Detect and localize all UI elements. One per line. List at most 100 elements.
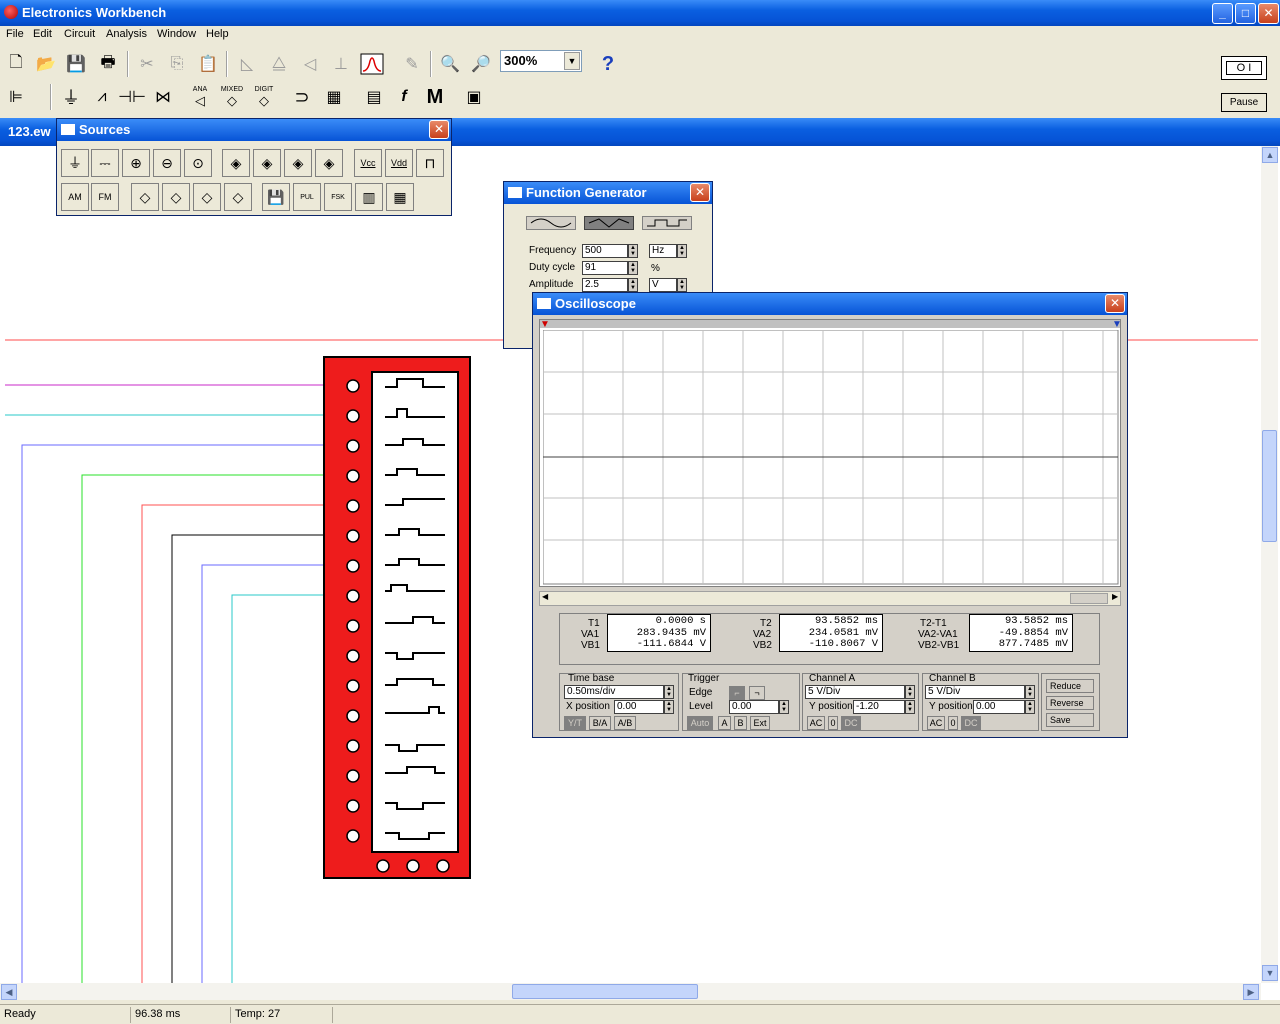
- dc-current-source-icon[interactable]: ⊕: [122, 149, 150, 177]
- menu-help[interactable]: Help: [206, 28, 229, 40]
- basic-bin-icon[interactable]: ⩘: [88, 83, 116, 111]
- trigger-ext-button[interactable]: Ext: [750, 716, 770, 730]
- logic-gates-bin-icon[interactable]: ⊃: [288, 83, 316, 111]
- vc-sine-oscillator-icon[interactable]: ◇: [193, 183, 221, 211]
- graph-icon[interactable]: [358, 50, 386, 78]
- flip-horizontal-icon[interactable]: ⧋: [265, 50, 293, 78]
- power-switch[interactable]: O I: [1221, 56, 1267, 80]
- amplitude-input[interactable]: 2.5: [582, 278, 628, 292]
- trigger-auto-button[interactable]: Auto: [687, 716, 713, 730]
- ac-current-source-icon[interactable]: ⊙: [184, 149, 212, 177]
- channel-b-scale-input[interactable]: 5 V/Div: [925, 685, 1025, 699]
- frequency-unit-spinner[interactable]: ▲ ▼: [677, 244, 687, 258]
- scroll-down-icon[interactable]: ▼: [1262, 965, 1278, 981]
- zoom-out-icon[interactable]: 🔍: [436, 50, 464, 78]
- frequency-spinner[interactable]: ▲ ▼: [628, 244, 638, 258]
- minimize-button[interactable]: _: [1212, 3, 1233, 24]
- misc-bin-icon[interactable]: M: [421, 83, 449, 111]
- oscilloscope-screen[interactable]: ▼ ▼: [539, 319, 1122, 587]
- nonlinear-source-icon[interactable]: ▦: [386, 183, 414, 211]
- amplitude-unit[interactable]: V: [649, 278, 677, 292]
- trigger-level-spinner[interactable]: ▲ ▼: [779, 700, 789, 714]
- transistors-bin-icon[interactable]: ⋈: [149, 83, 177, 111]
- channel-a-ypos-input[interactable]: -1.20: [853, 700, 905, 714]
- fm-voltage-source-icon[interactable]: ◇: [131, 183, 159, 211]
- time-base-input[interactable]: 0.50ms/div: [564, 685, 664, 699]
- zoom-select[interactable]: 300% ▼: [500, 50, 582, 72]
- disk-icon[interactable]: 💾: [262, 183, 290, 211]
- cursor-1-marker[interactable]: ▼: [540, 320, 550, 330]
- close-button[interactable]: ✕: [1258, 3, 1279, 24]
- zoom-in-icon[interactable]: 🔎: [467, 50, 495, 78]
- rotate-icon[interactable]: ◺: [233, 50, 261, 78]
- time-base-spinner[interactable]: ▲ ▼: [664, 685, 674, 699]
- pause-button[interactable]: Pause: [1221, 93, 1267, 112]
- function-generator-close-button[interactable]: ✕: [690, 183, 710, 202]
- x-position-input[interactable]: 0.00: [614, 700, 664, 714]
- scroll-left-icon[interactable]: ◀: [1, 984, 17, 1000]
- fm-source-icon[interactable]: FM: [91, 183, 119, 211]
- fsk-source-icon[interactable]: FSK: [324, 183, 352, 211]
- trigger-level-input[interactable]: 0.00: [729, 700, 779, 714]
- sources-bin-icon[interactable]: ⏚: [57, 83, 85, 111]
- digital-ics-bin-icon[interactable]: DIGIT ◇: [250, 83, 278, 111]
- cut-icon[interactable]: ✂: [133, 50, 161, 78]
- battery-icon[interactable]: ⎓: [91, 149, 119, 177]
- fm-current-source-icon[interactable]: ◇: [162, 183, 190, 211]
- square-wave-button[interactable]: [642, 216, 692, 230]
- diodes-bin-icon[interactable]: ⊣⊢: [118, 83, 146, 111]
- paste-icon[interactable]: 📋: [194, 50, 222, 78]
- rising-edge-icon[interactable]: ⌐: [729, 686, 745, 700]
- cursor-2-marker[interactable]: ▼: [1112, 320, 1122, 330]
- new-file-icon[interactable]: 🗋: [2, 50, 30, 78]
- vcc-source-icon[interactable]: Vcc: [354, 149, 382, 177]
- x-position-spinner[interactable]: ▲ ▼: [664, 700, 674, 714]
- flip-vertical-icon[interactable]: ◁: [296, 50, 324, 78]
- cccs-icon[interactable]: ◈: [315, 149, 343, 177]
- copy-icon[interactable]: ⎘: [163, 50, 191, 78]
- frequency-unit[interactable]: Hz: [649, 244, 677, 258]
- channel-a-scale-input[interactable]: 5 V/Div: [805, 685, 905, 699]
- am-source-icon[interactable]: AM: [61, 183, 89, 211]
- channel-b-ypos-spinner[interactable]: ▲ ▼: [1025, 700, 1035, 714]
- vertical-scrollbar[interactable]: [1261, 146, 1278, 983]
- ac-voltage-source-icon[interactable]: ⊖: [153, 149, 181, 177]
- channel-a-dc-button[interactable]: DC: [841, 716, 861, 730]
- maximize-button[interactable]: □: [1235, 3, 1256, 24]
- scroll-up-icon[interactable]: ▲: [1262, 147, 1278, 163]
- scroll-right-icon[interactable]: ▶: [1112, 592, 1118, 601]
- vcvs-icon[interactable]: ◈: [222, 149, 250, 177]
- duty-cycle-input[interactable]: 91: [582, 261, 628, 275]
- channel-b-scale-spinner[interactable]: ▲ ▼: [1025, 685, 1035, 699]
- analog-ics-bin-icon[interactable]: ANA ◁: [186, 83, 214, 111]
- instruments-bin-icon[interactable]: ▣: [460, 83, 488, 111]
- scroll-left-icon[interactable]: ◀: [542, 592, 548, 601]
- print-icon[interactable]: 🖶: [94, 50, 122, 78]
- ba-mode-button[interactable]: B/A: [589, 716, 611, 730]
- trigger-b-button[interactable]: B: [734, 716, 747, 730]
- save-button[interactable]: Save: [1046, 713, 1094, 727]
- reverse-button[interactable]: Reverse: [1046, 696, 1094, 710]
- save-icon[interactable]: 💾: [62, 50, 90, 78]
- menu-analysis[interactable]: Analysis: [106, 28, 147, 40]
- mixed-ics-bin-icon[interactable]: MIXED ◇: [218, 83, 246, 111]
- indicators-bin-icon[interactable]: ▤: [360, 83, 388, 111]
- yt-mode-button[interactable]: Y/T: [564, 716, 586, 730]
- digital-bin-icon[interactable]: ▦: [320, 83, 348, 111]
- amplitude-unit-spinner[interactable]: ▲ ▼: [677, 278, 687, 292]
- ccvs-icon[interactable]: ◈: [284, 149, 312, 177]
- cursor-track[interactable]: [540, 320, 1120, 328]
- scroll-right-icon[interactable]: ▶: [1243, 984, 1259, 1000]
- channel-a-scale-spinner[interactable]: ▲ ▼: [905, 685, 915, 699]
- channel-b-zero-button[interactable]: 0: [948, 716, 958, 730]
- vertical-scroll-thumb[interactable]: [1262, 430, 1277, 542]
- menu-edit[interactable]: Edit: [33, 28, 52, 40]
- controls-bin-icon[interactable]: f: [390, 83, 418, 111]
- channel-b-dc-button[interactable]: DC: [961, 716, 981, 730]
- menu-circuit[interactable]: Circuit: [64, 28, 95, 40]
- clock-source-icon[interactable]: ⊓: [416, 149, 444, 177]
- ground-icon[interactable]: ⏚: [61, 149, 89, 177]
- circuit-toggle-icon[interactable]: ⊫: [2, 83, 30, 111]
- menu-window[interactable]: Window: [157, 28, 196, 40]
- trigger-a-button[interactable]: A: [718, 716, 731, 730]
